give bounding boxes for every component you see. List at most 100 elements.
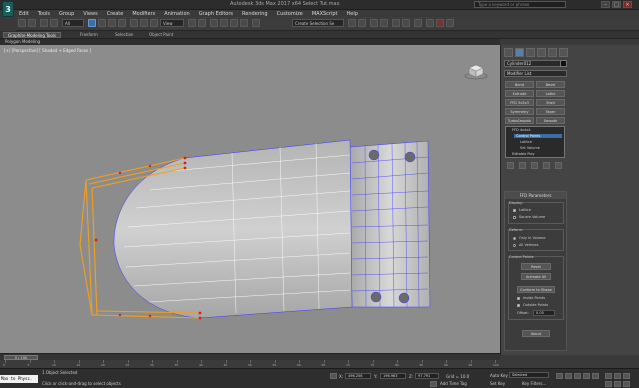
maximize-button[interactable]: □ — [612, 1, 621, 8]
add-time-tag[interactable]: Add Time Tag — [440, 381, 467, 386]
menu-group[interactable]: Group — [59, 11, 74, 17]
modify-tab-icon[interactable] — [515, 48, 524, 57]
motion-tab-icon[interactable] — [537, 48, 546, 57]
redo-icon[interactable] — [28, 19, 36, 27]
angle-snap-icon[interactable] — [220, 19, 228, 27]
minimize-button[interactable]: – — [601, 1, 610, 8]
zoom-icon[interactable] — [605, 373, 612, 379]
scale-icon[interactable] — [150, 19, 158, 27]
maxscript-listener[interactable]: Max to Physc. — [0, 375, 38, 383]
stack-item-lattice[interactable]: Lattice — [520, 140, 532, 144]
reset-button[interactable]: Reset — [521, 263, 551, 270]
source-volume-checkbox[interactable] — [513, 216, 516, 219]
named-selection-set-input[interactable]: Create Selection Se — [292, 19, 344, 27]
x-coordinate-field[interactable]: 496.206 — [345, 373, 371, 379]
time-tag-icon[interactable] — [430, 381, 437, 387]
capsule-mesh[interactable] — [79, 139, 353, 320]
edit-named-selection-icon[interactable] — [252, 19, 260, 27]
object-color-swatch[interactable] — [560, 60, 567, 67]
y-coordinate-field[interactable]: 196.963 — [380, 373, 406, 379]
rotate-icon[interactable] — [140, 19, 148, 27]
make-unique-icon[interactable] — [531, 162, 538, 169]
select-manipulate-icon[interactable] — [198, 19, 206, 27]
rollout-header[interactable]: FFD Parameters — [505, 192, 566, 199]
all-vertices-radio[interactable] — [513, 244, 516, 247]
inside-points-checkbox[interactable] — [517, 297, 520, 300]
render-setup-icon[interactable] — [426, 19, 434, 27]
menu-rendering[interactable]: Rendering — [242, 11, 268, 17]
goto-start-icon[interactable] — [556, 373, 563, 379]
cylinder-mesh[interactable] — [349, 140, 431, 308]
stack-item-ffd[interactable]: FFD 4x4x4 — [512, 128, 531, 132]
pan-icon[interactable] — [614, 381, 621, 387]
rendered-frame-icon[interactable] — [436, 19, 444, 27]
close-button[interactable]: × — [623, 1, 632, 8]
offset-spinner[interactable]: 0.05 — [533, 310, 555, 316]
utilities-tab-icon[interactable] — [559, 48, 568, 57]
graphite-toggle-icon[interactable] — [380, 19, 388, 27]
auto-key-button[interactable]: Auto Key — [490, 373, 508, 378]
next-frame-icon[interactable] — [583, 373, 590, 379]
configure-sets-icon[interactable] — [555, 162, 562, 169]
modifier-button-shell[interactable]: Shell — [536, 99, 565, 106]
goto-end-icon[interactable] — [592, 373, 599, 379]
tab-freeform[interactable]: Freeform — [76, 32, 102, 38]
key-mode-dropdown[interactable]: Selected — [509, 372, 549, 378]
unlink-icon[interactable] — [50, 19, 58, 27]
viewport-canvas[interactable] — [0, 45, 500, 353]
snaps-icon[interactable] — [210, 19, 218, 27]
menu-create[interactable]: Create — [107, 11, 124, 17]
fov-icon[interactable] — [605, 381, 612, 387]
menu-tools[interactable]: Tools — [38, 11, 50, 17]
rect-selection-icon[interactable] — [108, 19, 116, 27]
tab-graphite-modeling-tools[interactable]: Graphite Modeling Tools — [3, 32, 62, 38]
undo-icon[interactable] — [18, 19, 26, 27]
animate-all-button[interactable]: Animate All — [521, 273, 551, 280]
modifier-button-turbosmooth[interactable]: TurboSmooth — [505, 117, 534, 124]
track-bar[interactable]: 0 5 10 15 20 25 30 35 40 45 50 55 60 65 70 75 80 85 90 95 10… — [0, 360, 500, 368]
align-icon[interactable] — [358, 19, 366, 27]
menu-maxscript[interactable]: MAXScript — [312, 11, 338, 17]
zoom-extents-icon[interactable] — [623, 373, 630, 379]
ref-coord-dropdown[interactable]: View — [160, 19, 184, 27]
modifier-stack[interactable]: FFD 4x4x4 Control Points Lattice Set Vol… — [505, 126, 565, 158]
link-icon[interactable] — [40, 19, 48, 27]
only-in-volume-radio[interactable] — [513, 237, 516, 240]
percent-snap-icon[interactable] — [230, 19, 238, 27]
prev-frame-icon[interactable] — [565, 373, 572, 379]
select-object-icon[interactable] — [88, 19, 96, 27]
z-coordinate-field[interactable]: 97.791 — [415, 373, 439, 379]
menu-views[interactable]: Views — [83, 11, 97, 17]
schematic-view-icon[interactable] — [402, 19, 410, 27]
outside-points-checkbox[interactable] — [517, 304, 520, 307]
modifier-button-smooth[interactable]: Smooth — [536, 117, 565, 124]
app-logo-icon[interactable]: 3 — [2, 1, 14, 17]
perspective-viewport[interactable]: [+] [Perspective] [ Shaded + Edged Faces… — [0, 45, 500, 353]
show-end-result-icon[interactable] — [519, 162, 526, 169]
pivot-icon[interactable] — [188, 19, 196, 27]
modifier-list-dropdown[interactable]: Modifier List — [504, 70, 567, 77]
stack-item-set-volume[interactable]: Set Volume — [520, 146, 540, 150]
menu-graph-editors[interactable]: Graph Editors — [199, 11, 233, 17]
mirror-icon[interactable] — [348, 19, 356, 27]
tab-selection[interactable]: Selection — [111, 32, 137, 38]
hierarchy-tab-icon[interactable] — [526, 48, 535, 57]
material-editor-icon[interactable] — [414, 19, 422, 27]
spinner-snap-icon[interactable] — [240, 19, 248, 27]
menu-customize[interactable]: Customize — [277, 11, 303, 17]
lock-selection-icon[interactable] — [330, 373, 337, 379]
stack-item-editable-poly[interactable]: Editable Poly — [512, 152, 535, 156]
create-tab-icon[interactable] — [504, 48, 513, 57]
modifier-button-lathe[interactable]: Lathe — [536, 90, 565, 97]
stack-item-control-points[interactable]: Control Points — [514, 134, 562, 138]
window-crossing-icon[interactable] — [118, 19, 126, 27]
move-icon[interactable] — [130, 19, 138, 27]
time-slider[interactable]: 0 / 100 — [0, 353, 500, 360]
object-name-field[interactable]: Cylinder012 — [504, 60, 564, 67]
modifier-button-bevel[interactable]: Bevel — [536, 81, 565, 88]
modifier-button-taper[interactable]: Taper — [536, 108, 565, 115]
modifier-button-bend[interactable]: Bend — [505, 81, 534, 88]
pin-stack-icon[interactable] — [507, 162, 514, 169]
about-button[interactable]: About — [522, 330, 550, 337]
set-key-button[interactable]: Set Key — [490, 381, 505, 386]
